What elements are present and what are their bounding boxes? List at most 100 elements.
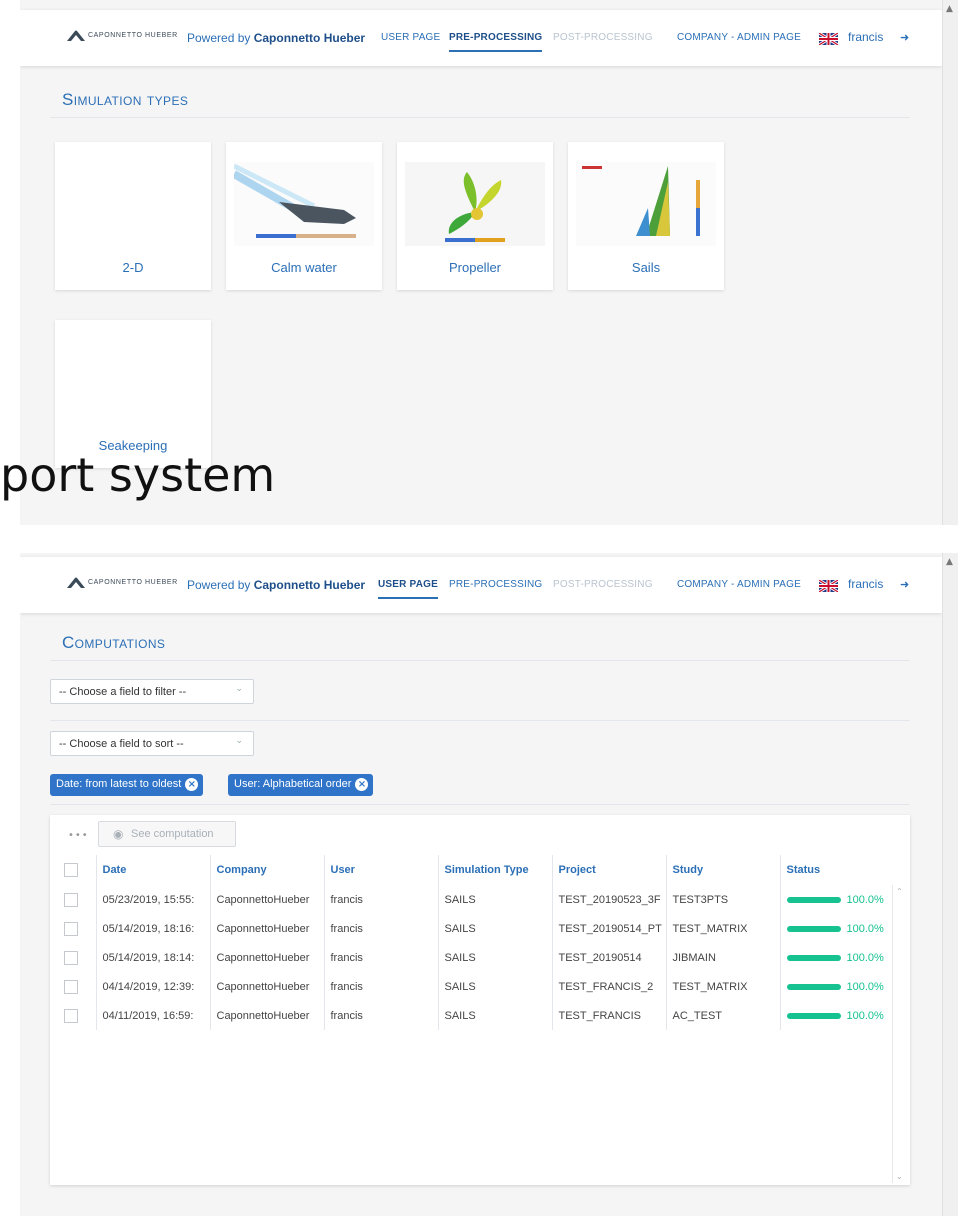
sails-thumbnail — [576, 162, 716, 246]
overlay-caption: port system — [0, 448, 276, 502]
cell-company: CaponnettoHueber — [209, 1001, 324, 1030]
username[interactable]: francis — [848, 577, 883, 591]
cell-study: AC_TEST — [665, 1001, 780, 1030]
col-simulation-type[interactable]: Simulation Type — [437, 855, 552, 885]
cell-user: francis — [323, 972, 438, 1001]
progress-bar — [786, 1012, 841, 1019]
username[interactable]: francis — [848, 30, 883, 44]
table-scrollbar[interactable]: ⌃ ⌄ — [892, 885, 906, 1183]
col-project[interactable]: Project — [551, 855, 666, 885]
row-checkbox[interactable] — [64, 950, 78, 965]
remove-chip-icon[interactable]: × — [355, 778, 369, 791]
cell-study: JIBMAIN — [665, 943, 780, 972]
cell-project: TEST_20190514_PT — [551, 914, 666, 943]
sort-chip-user[interactable]: User: Alphabetical order × — [228, 774, 374, 796]
tile-calm-water[interactable]: Calm water — [226, 142, 382, 290]
nav-post-processing[interactable]: Post-processing — [553, 32, 653, 43]
status-percent: 100.0% — [846, 1009, 884, 1022]
cell-study: TEST3PTS — [665, 885, 780, 914]
scroll-up-icon[interactable]: ⌃ — [896, 887, 903, 896]
cell-status: 100.0% — [779, 943, 892, 972]
scroll-up-icon[interactable]: ▲ — [946, 557, 953, 567]
scroll-up-icon[interactable]: ▲ — [946, 4, 953, 14]
top-navbar: Caponnetto Hueber Powered by Caponnetto … — [20, 10, 942, 66]
propeller-thumbnail — [405, 162, 545, 246]
col-user[interactable]: User — [323, 855, 438, 885]
cell-date: 05/14/2019, 18:14: — [95, 943, 210, 972]
cell-simulation-type: SAILS — [437, 914, 552, 943]
tile-sails[interactable]: Sails — [568, 142, 724, 290]
cell-status: 100.0% — [779, 1001, 892, 1030]
nav-admin-page[interactable]: Company - Admin page — [677, 32, 801, 43]
row-checkbox[interactable] — [64, 892, 78, 907]
col-date[interactable]: Date — [95, 855, 210, 885]
page-scrollbar[interactable]: ▲ — [942, 0, 958, 525]
logo-text: Caponnetto Hueber — [88, 32, 178, 39]
row-checkbox[interactable] — [64, 979, 78, 994]
filter-select[interactable]: -- Choose a field to filter -- ⌄ — [50, 679, 254, 704]
cell-user: francis — [323, 1001, 438, 1030]
tile-seakeeping[interactable]: Seakeeping — [55, 320, 211, 468]
remove-chip-icon[interactable]: × — [185, 778, 199, 791]
nav-post-processing[interactable]: Post-processing — [553, 579, 653, 590]
cell-simulation-type: SAILS — [437, 885, 552, 914]
table-row[interactable]: 05/23/2019, 15:55: CaponnettoHueber fran… — [58, 885, 892, 914]
row-checkbox[interactable] — [64, 921, 78, 936]
logo-text: Caponnetto Hueber — [88, 579, 178, 586]
cell-status: 100.0% — [779, 885, 892, 914]
cell-project: TEST_FRANCIS_2 — [551, 972, 666, 1001]
table-row[interactable]: 05/14/2019, 18:14: CaponnettoHueber fran… — [58, 943, 892, 972]
user-page-screen: Caponnetto Hueber Powered by Caponnetto … — [20, 553, 942, 1216]
status-percent: 100.0% — [846, 893, 884, 906]
select-all-checkbox[interactable] — [64, 863, 78, 877]
brand-logo[interactable]: Caponnetto Hueber — [67, 577, 178, 588]
table-row[interactable]: 04/14/2019, 12:39: CaponnettoHueber fran… — [58, 972, 892, 1001]
page-title: Computations — [62, 633, 166, 652]
cell-simulation-type: SAILS — [437, 1001, 552, 1030]
filter-select-value: -- Choose a field to filter -- — [59, 686, 187, 698]
col-study[interactable]: Study — [665, 855, 780, 885]
nav-user-page[interactable]: User page — [378, 579, 438, 599]
nav-pre-processing[interactable]: Pre-processing — [449, 579, 542, 590]
sort-chip-date[interactable]: Date: from latest to oldest × — [50, 774, 204, 796]
scroll-down-icon[interactable]: ⌄ — [896, 1172, 903, 1181]
chevron-down-icon: ⌄ — [235, 684, 243, 694]
tile-2d[interactable]: 2-D — [55, 142, 211, 290]
cell-company: CaponnettoHueber — [209, 885, 324, 914]
cell-company: CaponnettoHueber — [209, 914, 324, 943]
uk-flag-icon[interactable] — [819, 33, 838, 45]
tile-propeller[interactable]: Propeller — [397, 142, 553, 290]
cell-date: 04/11/2019, 16:59: — [95, 1001, 210, 1030]
logout-icon[interactable]: ➜ — [900, 31, 909, 44]
page-scrollbar[interactable]: ▲ — [942, 553, 958, 1216]
table-row[interactable]: 05/14/2019, 18:16: CaponnettoHueber fran… — [58, 914, 892, 943]
see-computation-button[interactable]: ◉ See computation — [98, 821, 236, 847]
powered-prefix: Powered by — [187, 578, 251, 592]
row-checkbox-cell — [58, 972, 96, 1001]
brand-logo[interactable]: Caponnetto Hueber — [67, 30, 178, 41]
logo-mark-icon — [67, 30, 85, 41]
cell-date: 04/14/2019, 12:39: — [95, 972, 210, 1001]
cell-company: CaponnettoHueber — [209, 943, 324, 972]
nav-pre-processing[interactable]: Pre-processing — [449, 32, 543, 52]
cell-user: francis — [323, 885, 438, 914]
nav-user-page[interactable]: User page — [381, 32, 440, 43]
row-checkbox-cell — [58, 1001, 96, 1030]
status-percent: 100.0% — [846, 922, 884, 935]
col-company[interactable]: Company — [209, 855, 324, 885]
see-computation-label: See computation — [131, 828, 214, 840]
computations-table: Date Company User Simulation Type Projec… — [58, 855, 892, 1030]
sort-select[interactable]: -- Choose a field to sort -- ⌄ — [50, 731, 254, 756]
status-percent: 100.0% — [846, 951, 884, 964]
nav-admin-page[interactable]: Company - Admin page — [677, 579, 801, 590]
col-status[interactable]: Status — [779, 855, 892, 885]
select-all-cell — [58, 855, 96, 885]
more-options-icon[interactable]: ••• — [68, 830, 89, 841]
row-checkbox-cell — [58, 885, 96, 914]
logout-icon[interactable]: ➜ — [900, 578, 909, 591]
powered-prefix: Powered by — [187, 31, 251, 45]
uk-flag-icon[interactable] — [819, 580, 838, 592]
table-row[interactable]: 04/11/2019, 16:59: CaponnettoHueber fran… — [58, 1001, 892, 1030]
row-checkbox[interactable] — [64, 1008, 78, 1023]
progress-bar — [786, 954, 841, 961]
